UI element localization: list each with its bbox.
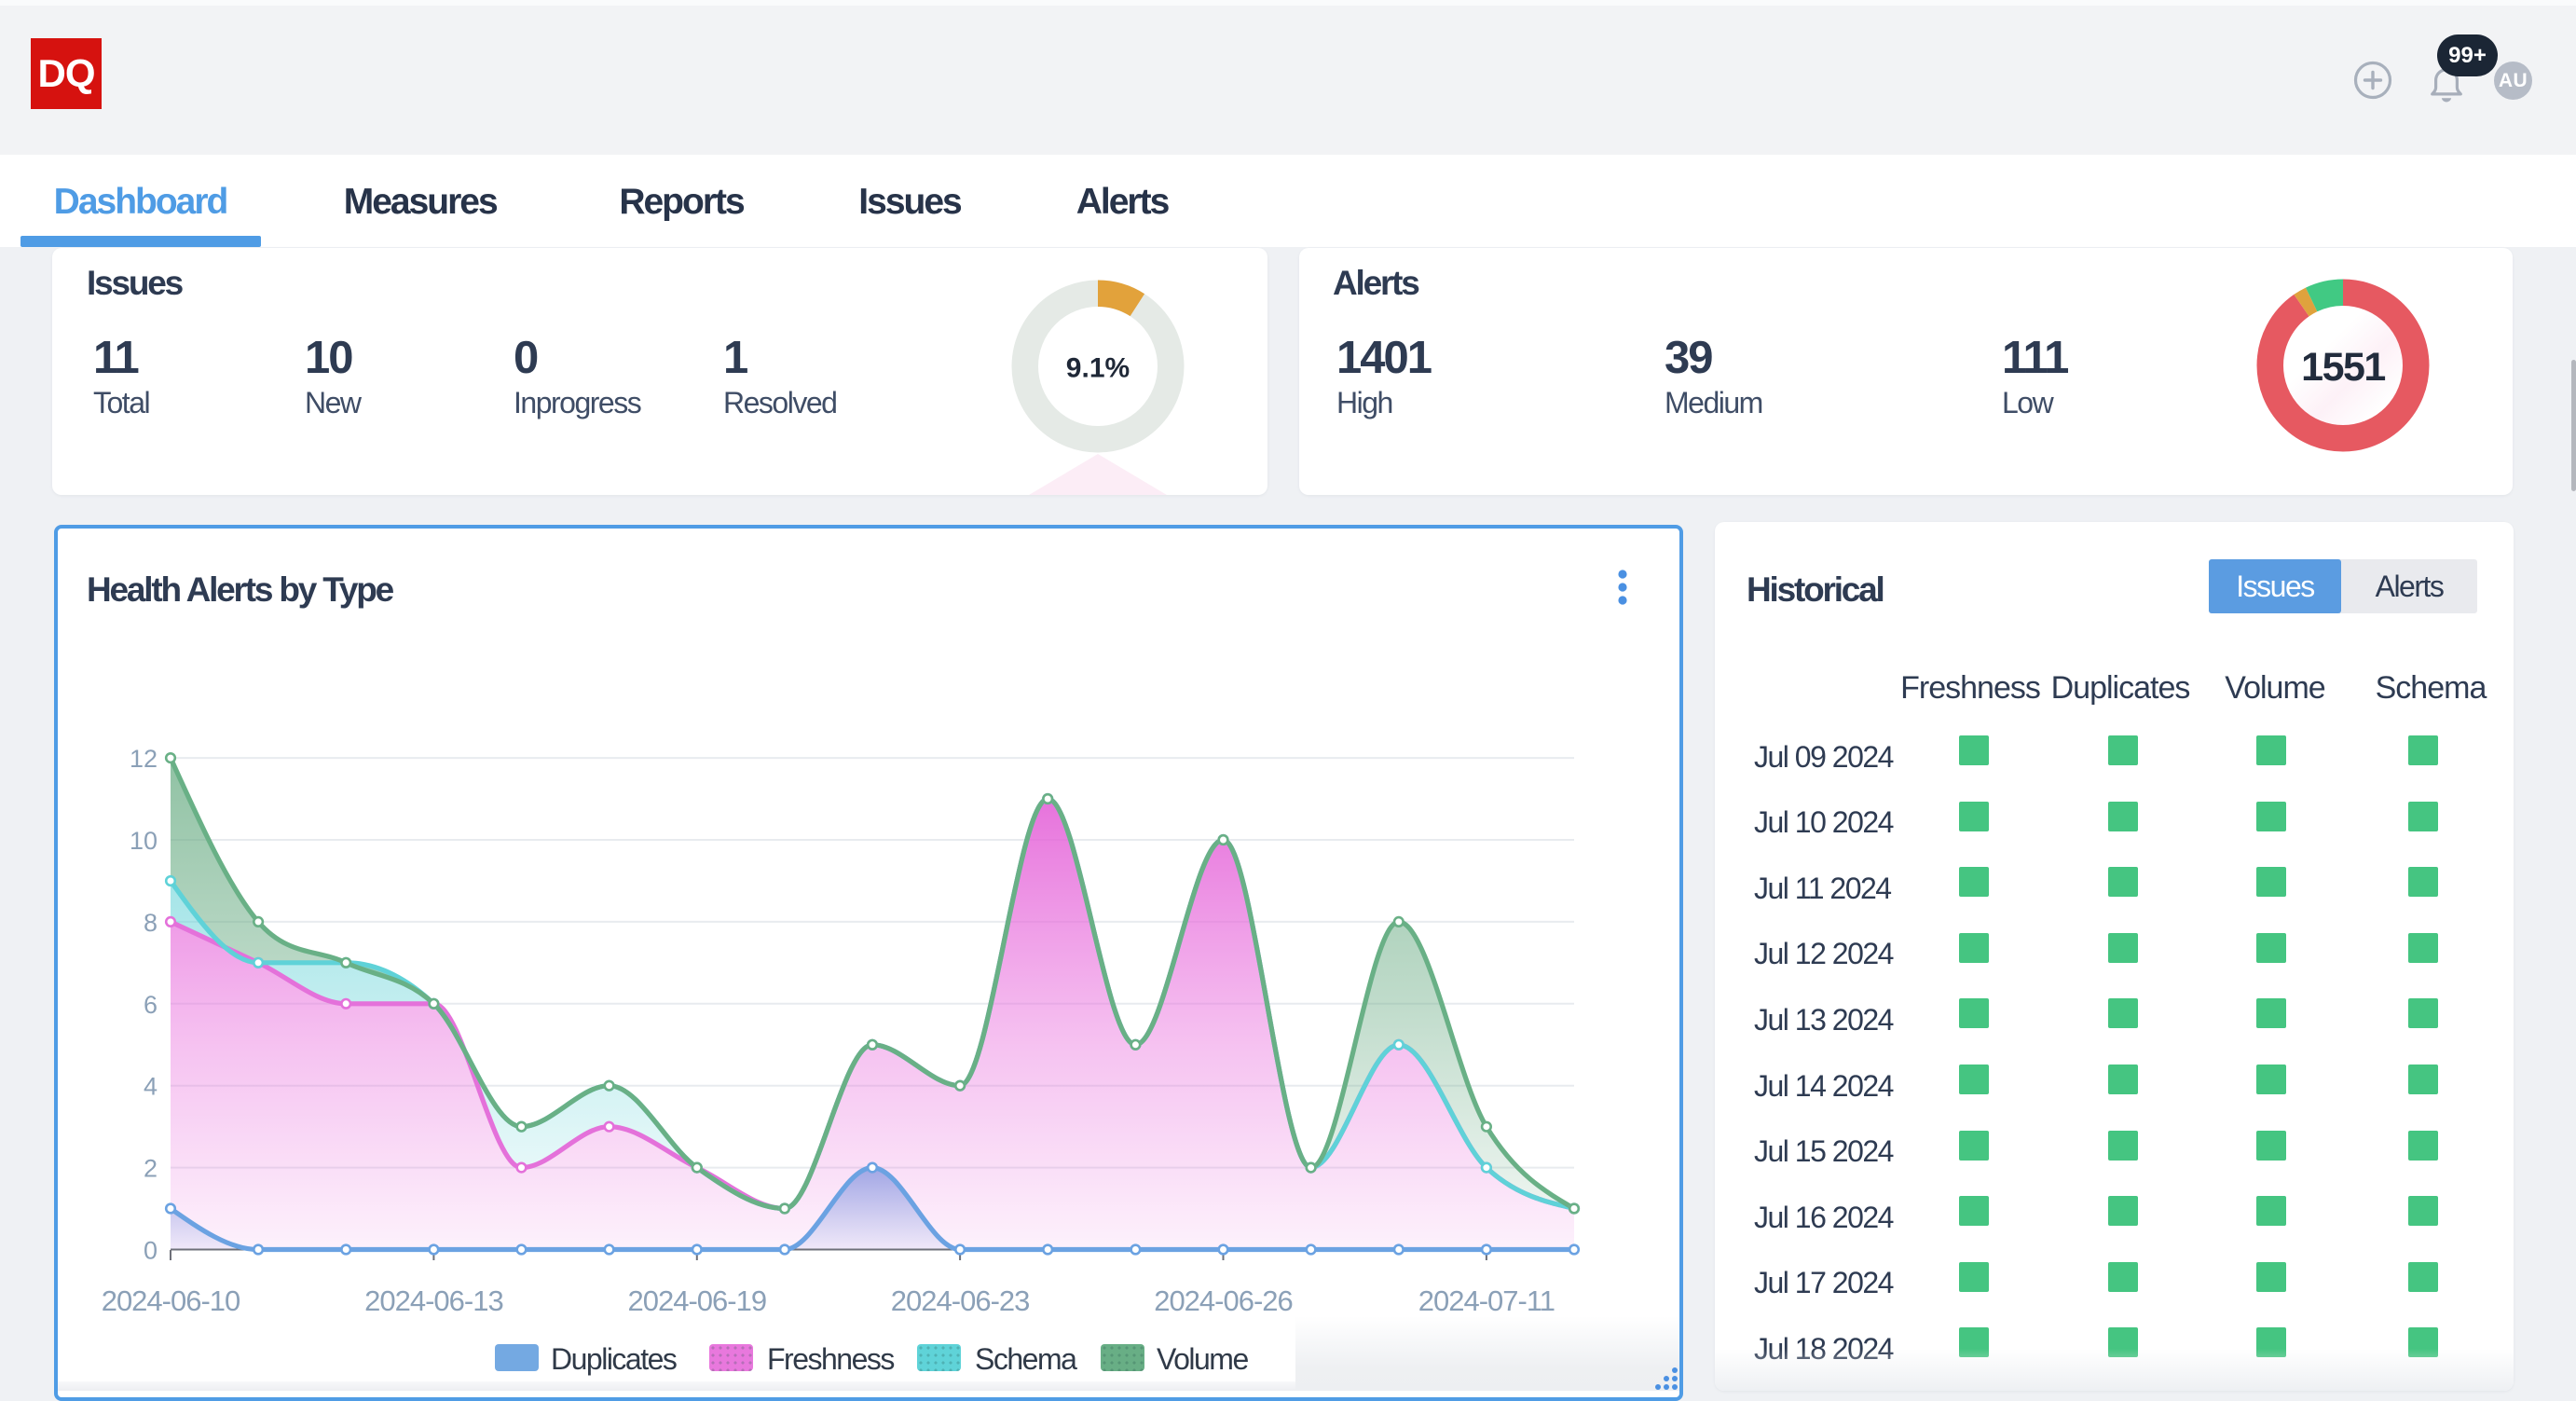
svg-text:12: 12 bbox=[130, 745, 158, 773]
svg-text:9.1%: 9.1% bbox=[1065, 352, 1129, 383]
svg-text:2024-06-23: 2024-06-23 bbox=[891, 1284, 1030, 1317]
svg-text:10: 10 bbox=[130, 827, 158, 855]
svg-text:0: 0 bbox=[144, 1237, 158, 1265]
svg-text:2024-06-26: 2024-06-26 bbox=[1154, 1284, 1293, 1317]
svg-text:2024-06-19: 2024-06-19 bbox=[628, 1284, 767, 1317]
svg-text:4: 4 bbox=[144, 1073, 158, 1101]
svg-text:2024-07-11: 2024-07-11 bbox=[1418, 1284, 1555, 1317]
svg-text:6: 6 bbox=[144, 991, 158, 1019]
svg-text:8: 8 bbox=[144, 909, 158, 937]
svg-text:2: 2 bbox=[144, 1155, 158, 1183]
svg-text:2024-06-13: 2024-06-13 bbox=[364, 1284, 503, 1317]
svg-text:1551: 1551 bbox=[2301, 345, 2385, 390]
svg-text:2024-06-10: 2024-06-10 bbox=[102, 1284, 240, 1317]
